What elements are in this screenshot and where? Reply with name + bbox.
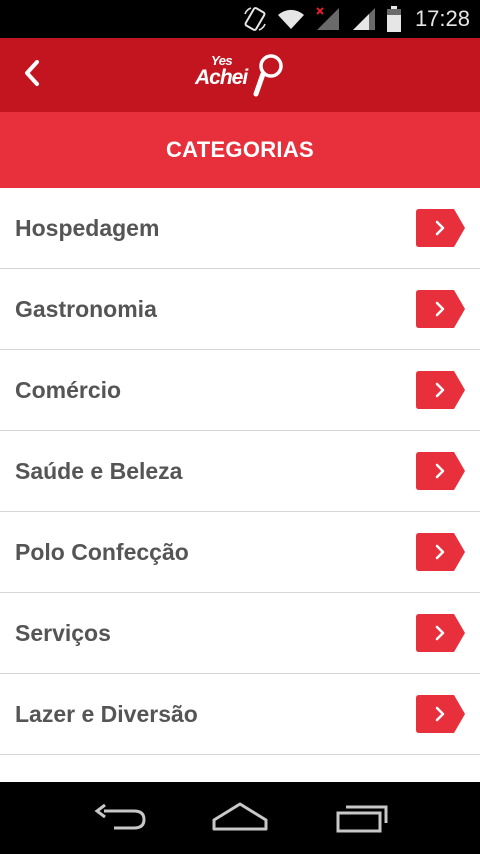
recent-apps-nav-icon[interactable]	[334, 800, 390, 841]
category-item-hospedagem[interactable]: Hospedagem	[0, 188, 480, 269]
logo-text-achei: Achei	[195, 66, 248, 89]
status-bar: 17:28	[0, 0, 480, 38]
chevron-left-icon	[22, 59, 42, 92]
app-logo: Yes Achei	[193, 52, 289, 98]
category-item-gastronomia[interactable]: Gastronomia	[0, 269, 480, 350]
category-label: Gastronomia	[15, 295, 157, 322]
chevron-right-icon[interactable]	[416, 371, 466, 409]
category-label: Comércio	[15, 376, 122, 403]
wifi-icon	[277, 7, 305, 31]
battery-icon	[386, 6, 401, 32]
chevron-right-icon[interactable]	[416, 452, 466, 490]
chevron-right-icon[interactable]	[416, 533, 466, 571]
category-label: Saúde e Beleza	[15, 457, 183, 484]
rotate-icon	[243, 6, 267, 32]
chevron-right-icon[interactable]	[416, 614, 466, 652]
page-title: CATEGORIAS	[0, 112, 480, 188]
chevron-right-icon[interactable]	[416, 290, 466, 328]
category-label: Serviços	[15, 619, 111, 646]
system-nav-bar	[0, 782, 480, 854]
signal-no-sim-icon	[315, 6, 341, 32]
category-label: Polo Confecção	[15, 538, 189, 565]
back-nav-icon[interactable]	[92, 800, 148, 841]
chevron-right-icon[interactable]	[416, 209, 466, 247]
category-list: Hospedagem Gastronomia Comércio Saúde e …	[0, 188, 480, 836]
category-item-lazer-e-diversao[interactable]: Lazer e Diversão	[0, 674, 480, 755]
category-item-saude-e-beleza[interactable]: Saúde e Beleza	[0, 431, 480, 512]
back-button[interactable]	[8, 49, 56, 101]
signal-icon	[351, 6, 377, 32]
home-nav-icon[interactable]	[211, 800, 269, 841]
chevron-right-icon[interactable]	[416, 695, 466, 733]
status-time: 17:28	[414, 6, 470, 31]
category-item-comercio[interactable]: Comércio	[0, 350, 480, 431]
category-item-servicos[interactable]: Serviços	[0, 593, 480, 674]
magnifier-icon	[249, 52, 285, 103]
category-label: Hospedagem	[15, 214, 160, 241]
app-bar: Yes Achei	[0, 38, 480, 112]
category-label: Lazer e Diversão	[15, 700, 198, 727]
category-item-polo-confeccao[interactable]: Polo Confecção	[0, 512, 480, 593]
